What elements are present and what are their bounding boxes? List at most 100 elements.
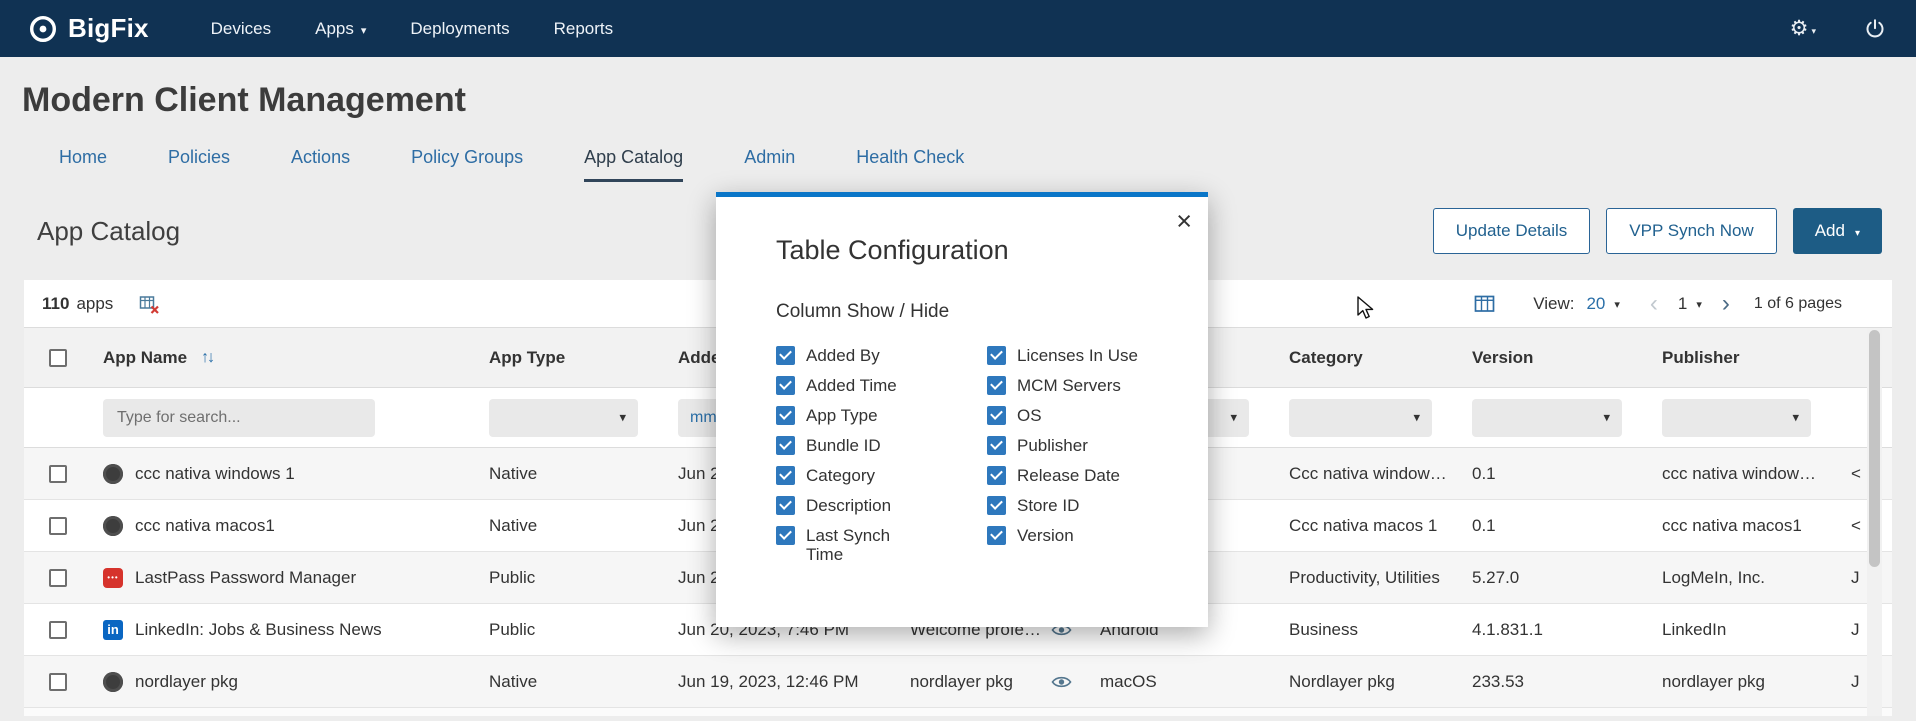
description: nordlayer pkg: [910, 672, 1043, 692]
current-page-select[interactable]: 1: [1678, 294, 1702, 314]
scrollbar-thumb[interactable]: [1869, 330, 1880, 567]
version-filter-dropdown[interactable]: [1472, 399, 1622, 437]
option-label: Licenses In Use: [1017, 346, 1138, 365]
tab-home[interactable]: Home: [59, 136, 107, 182]
option-app-type[interactable]: App Type: [776, 406, 987, 425]
checked-checkbox[interactable]: [987, 496, 1006, 515]
gear-icon[interactable]: [1790, 18, 1816, 39]
apps-count-value: 110: [42, 294, 69, 314]
publisher: ccc nativa macos1: [1650, 516, 1839, 536]
checked-checkbox[interactable]: [987, 376, 1006, 395]
checked-checkbox[interactable]: [776, 406, 795, 425]
option-bundle-id[interactable]: Bundle ID: [776, 436, 987, 455]
checked-checkbox[interactable]: [987, 406, 1006, 425]
page-size-select[interactable]: 20: [1586, 294, 1619, 314]
lastpass-icon: [103, 568, 123, 588]
row-checkbox[interactable]: [49, 673, 67, 691]
option-mcm-servers[interactable]: MCM Servers: [987, 376, 1138, 395]
row-checkbox[interactable]: [49, 569, 67, 587]
option-store-id[interactable]: Store ID: [987, 496, 1138, 515]
bigfix-logo[interactable]: BigFix: [28, 13, 149, 44]
option-last-synch-time[interactable]: Last Synch Time: [776, 526, 987, 564]
top-navbar: BigFix Devices Apps Deployments Reports: [0, 0, 1916, 57]
checked-checkbox[interactable]: [987, 526, 1006, 545]
linkedin-icon: [103, 620, 123, 640]
view-label: View:: [1533, 294, 1574, 314]
checked-checkbox[interactable]: [987, 436, 1006, 455]
eye-icon[interactable]: [1051, 675, 1072, 689]
pages-info: 1 of 6 pages: [1754, 295, 1842, 313]
version: 0.1: [1460, 516, 1650, 536]
update-details-button[interactable]: Update Details: [1433, 208, 1591, 254]
category-filter-dropdown[interactable]: [1289, 399, 1432, 437]
table-row[interactable]: [24, 708, 1892, 716]
tab-actions[interactable]: Actions: [291, 136, 350, 182]
option-licenses-in-use[interactable]: Licenses In Use: [987, 346, 1138, 365]
row-checkbox[interactable]: [49, 517, 67, 535]
checked-checkbox[interactable]: [776, 466, 795, 485]
publisher-filter-dropdown[interactable]: [1662, 399, 1811, 437]
checked-checkbox[interactable]: [987, 346, 1006, 365]
checked-checkbox[interactable]: [776, 436, 795, 455]
version: 5.27.0: [1460, 568, 1650, 588]
tab-admin[interactable]: Admin: [744, 136, 795, 182]
category: Ccc nativa window…: [1277, 464, 1460, 484]
vertical-scrollbar[interactable]: [1867, 328, 1882, 716]
checked-checkbox[interactable]: [776, 346, 795, 365]
option-category[interactable]: Category: [776, 466, 987, 485]
checked-checkbox[interactable]: [987, 466, 1006, 485]
tab-health-check[interactable]: Health Check: [856, 136, 964, 182]
option-added-time[interactable]: Added Time: [776, 376, 987, 395]
app-type: Native: [477, 464, 666, 484]
tab-policies[interactable]: Policies: [168, 136, 230, 182]
prev-page-icon[interactable]: [1648, 292, 1660, 316]
nav-devices[interactable]: Devices: [211, 19, 271, 39]
app-type-filter-dropdown[interactable]: [489, 399, 638, 437]
checked-checkbox[interactable]: [776, 376, 795, 395]
option-publisher[interactable]: Publisher: [987, 436, 1138, 455]
checked-checkbox[interactable]: [776, 496, 795, 515]
sort-icon[interactable]: [201, 349, 213, 367]
next-page-icon[interactable]: [1720, 292, 1732, 316]
nav-apps[interactable]: Apps: [315, 19, 366, 39]
row-checkbox[interactable]: [49, 621, 67, 639]
add-button[interactable]: Add: [1793, 208, 1882, 254]
select-all-checkbox[interactable]: [49, 349, 67, 367]
apps-count: 110 apps: [42, 294, 113, 314]
option-label: Added Time: [806, 376, 897, 395]
pagination-controls: View: 20 1 1 of 6 pages: [1474, 292, 1842, 316]
header-version: Version: [1460, 348, 1650, 368]
extra-col: <: [1839, 516, 1892, 536]
option-description[interactable]: Description: [776, 496, 987, 515]
option-label: Release Date: [1017, 466, 1120, 485]
column-options: Added By Added Time App Type Bundle ID C…: [776, 346, 1208, 564]
search-input[interactable]: [103, 399, 375, 437]
header-app-name: App Name: [91, 348, 477, 368]
publisher: nordlayer pkg: [1650, 672, 1839, 692]
current-page-value: 1: [1678, 294, 1687, 314]
app-name: nordlayer pkg: [135, 672, 238, 692]
row-checkbox[interactable]: [49, 465, 67, 483]
option-release-date[interactable]: Release Date: [987, 466, 1138, 485]
extra-col: J: [1839, 672, 1892, 692]
column-options-right: Licenses In Use MCM Servers OS Publisher…: [987, 346, 1138, 564]
option-os[interactable]: OS: [987, 406, 1138, 425]
checked-checkbox[interactable]: [776, 526, 795, 545]
nav-reports[interactable]: Reports: [554, 19, 614, 39]
tab-policy-groups[interactable]: Policy Groups: [411, 136, 523, 182]
option-version[interactable]: Version: [987, 526, 1138, 545]
close-icon[interactable]: ×: [1176, 208, 1192, 235]
option-added-by[interactable]: Added By: [776, 346, 987, 365]
header-app-name-label: App Name: [103, 348, 187, 368]
table-row[interactable]: nordlayer pkg Native Jun 19, 2023, 12:46…: [24, 656, 1892, 708]
page-size-value: 20: [1586, 294, 1605, 314]
column-config-icon[interactable]: [1474, 294, 1495, 314]
clear-filters-icon[interactable]: [139, 294, 159, 314]
tab-app-catalog[interactable]: App Catalog: [584, 136, 683, 182]
tab-bar: Home Policies Actions Policy Groups App …: [0, 136, 1916, 182]
nav-deployments[interactable]: Deployments: [410, 19, 509, 39]
filter-category-cell: [1277, 399, 1460, 437]
power-icon[interactable]: [1864, 18, 1886, 40]
vpp-synch-now-button[interactable]: VPP Synch Now: [1606, 208, 1776, 254]
chevron-down-icon: [1696, 295, 1702, 313]
